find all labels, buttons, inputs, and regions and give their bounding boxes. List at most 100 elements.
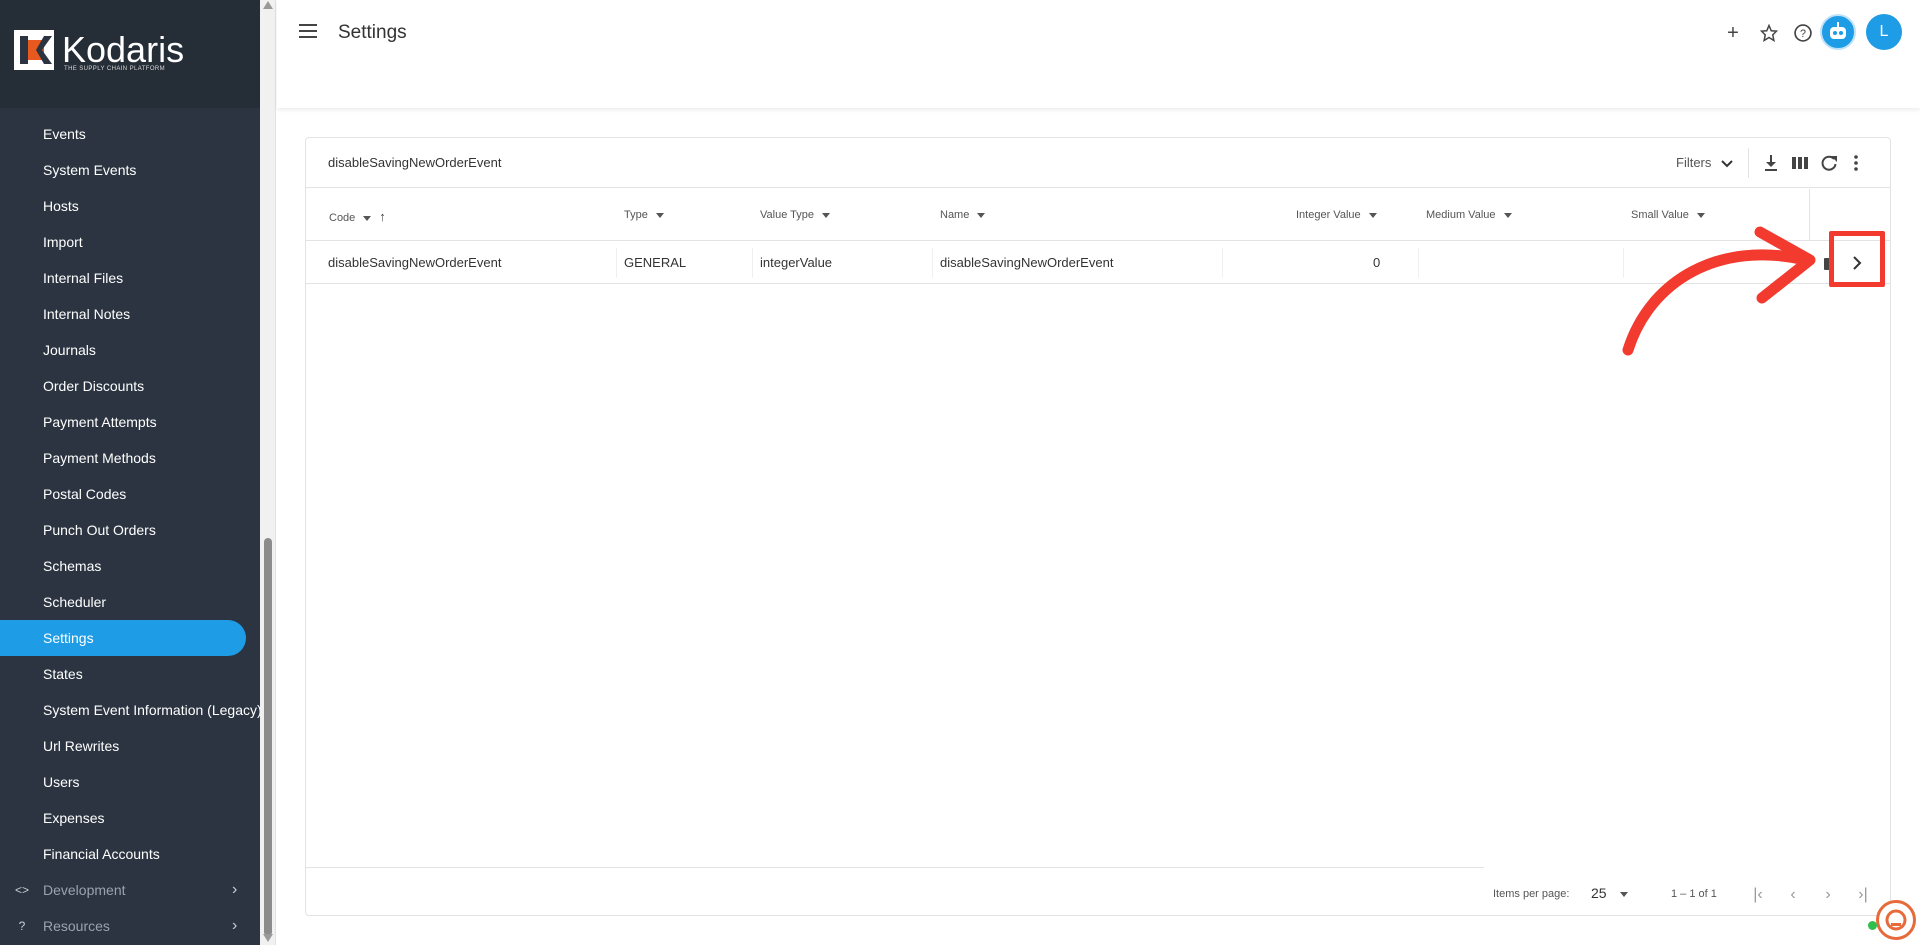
add-icon[interactable]: + <box>1718 18 1748 48</box>
sidebar-item-label: Url Rewrites <box>43 738 120 754</box>
sidebar-item-label: System Events <box>43 162 137 178</box>
sidebar-item-label: Schemas <box>43 558 102 574</box>
cell-divider <box>1222 248 1223 278</box>
online-status-dot <box>1868 921 1877 930</box>
sidebar-item-expenses[interactable]: Expenses <box>0 800 260 836</box>
sidebar-item-label: Punch Out Orders <box>43 522 156 538</box>
page-range: 1 – 1 of 1 <box>1671 888 1717 900</box>
caret-down-icon[interactable] <box>1368 212 1377 218</box>
sidebar-item-journals[interactable]: Journals <box>0 332 260 368</box>
sidebar-item-postal-codes[interactable]: Postal Codes <box>0 476 260 512</box>
toolbar-divider <box>1748 148 1749 178</box>
items-per-page-select[interactable]: 25 <box>1591 885 1629 901</box>
sort-ascending-icon[interactable]: ↑ <box>379 209 386 224</box>
brand-tagline: THE SUPPLY CHAIN PLATFORM <box>64 66 166 72</box>
sidebar-item-payment-methods[interactable]: Payment Methods <box>0 440 260 476</box>
sidebar-item-label: Internal Files <box>43 270 124 286</box>
sidebar-section-resources[interactable]: ? Resources › <box>0 908 260 944</box>
column-header-type[interactable]: Type <box>624 209 664 221</box>
scroll-thumb[interactable] <box>264 538 272 936</box>
sidebar-item-internal-files[interactable]: Internal Files <box>0 260 260 296</box>
sidebar-header: Kodaris THE SUPPLY CHAIN PLATFORM <box>0 0 260 108</box>
cell-divider <box>616 248 617 278</box>
svg-text:?: ? <box>1800 28 1806 40</box>
brand-logo[interactable]: Kodaris THE SUPPLY CHAIN PLATFORM <box>14 30 184 76</box>
sidebar-item-payment-attempts[interactable]: Payment Attempts <box>0 404 260 440</box>
scroll-down-arrow-icon[interactable] <box>263 934 273 942</box>
sidebar-item-internal-notes[interactable]: Internal Notes <box>0 296 260 332</box>
caret-down-icon[interactable] <box>1503 212 1512 218</box>
column-label: Code <box>329 212 356 224</box>
sidebar-section-label: Development <box>43 882 126 898</box>
column-header-name[interactable]: Name <box>940 209 986 221</box>
chat-widget-icon[interactable] <box>1876 900 1916 940</box>
caret-down-icon <box>1620 891 1629 897</box>
sidebar-item-system-events[interactable]: System Events <box>0 152 260 188</box>
next-page-icon[interactable]: › <box>1816 883 1840 907</box>
user-avatar[interactable]: L <box>1866 14 1902 50</box>
previous-page-icon[interactable]: ‹ <box>1781 883 1805 907</box>
chevron-right-icon: › <box>232 881 238 898</box>
brand-name: Kodaris <box>62 29 185 70</box>
page-title: Settings <box>338 22 407 43</box>
sidebar-item-scheduler[interactable]: Scheduler <box>0 584 260 620</box>
sidebar-item-url-rewrites[interactable]: Url Rewrites <box>0 728 260 764</box>
sidebar-item-label: Events <box>43 126 86 142</box>
sidebar-item-import[interactable]: Import <box>0 224 260 260</box>
filters-label: Filters <box>1676 155 1712 170</box>
cell-code: disableSavingNewOrderEvent <box>328 255 502 270</box>
chevron-right-icon: › <box>232 917 238 934</box>
help-circle-icon: ? <box>18 919 26 933</box>
cell-divider <box>932 248 933 278</box>
refresh-icon[interactable] <box>1819 153 1839 173</box>
annotation-arrow-icon <box>1622 226 1816 356</box>
search-query[interactable]: disableSavingNewOrderEvent <box>328 155 501 170</box>
more-vert-icon[interactable] <box>1846 153 1866 173</box>
sidebar-item-label: Order Discounts <box>43 378 145 394</box>
sidebar-item-label: Financial Accounts <box>43 846 160 862</box>
items-per-page-label: Items per page: <box>1493 888 1570 900</box>
caret-down-icon[interactable] <box>822 212 831 218</box>
caret-down-icon[interactable] <box>363 215 372 221</box>
sidebar-item-punch-out-orders[interactable]: Punch Out Orders <box>0 512 260 548</box>
download-icon[interactable] <box>1761 153 1781 173</box>
top-bar: Settings + ? L <box>277 0 1920 108</box>
sidebar-item-label: Import <box>43 234 83 250</box>
hamburger-menu-icon[interactable] <box>299 24 317 40</box>
column-header-medium-value[interactable]: Medium Value <box>1426 209 1512 221</box>
last-page-icon[interactable]: ›| <box>1851 883 1875 907</box>
column-header-code[interactable]: Code ↑ <box>329 209 386 224</box>
column-label: Value Type <box>760 209 815 221</box>
sidebar-item-label: Hosts <box>43 198 79 214</box>
assistant-bot-icon[interactable] <box>1820 14 1856 50</box>
cell-name: disableSavingNewOrderEvent <box>940 255 1114 270</box>
caret-down-icon[interactable] <box>655 212 664 218</box>
sidebar-item-schemas[interactable]: Schemas <box>0 548 260 584</box>
column-header-integer-value[interactable]: Integer Value <box>1296 209 1377 221</box>
columns-icon[interactable] <box>1790 153 1810 173</box>
column-label: Integer Value <box>1296 209 1361 221</box>
sidebar-item-label: System Event Information (Legacy) <box>43 702 260 718</box>
sidebar-scrollbar[interactable] <box>260 0 276 945</box>
sidebar-item-states[interactable]: States <box>0 656 260 692</box>
sidebar-item-events[interactable]: Events <box>0 116 260 152</box>
top-actions: + ? L <box>1680 0 1920 66</box>
sidebar-item-system-event-information-legacy[interactable]: System Event Information (Legacy) <box>0 692 260 728</box>
star-icon[interactable] <box>1754 18 1784 48</box>
sidebar-section-development[interactable]: <> Development › <box>0 872 260 908</box>
caret-down-icon[interactable] <box>1696 212 1705 218</box>
filters-button[interactable]: Filters <box>1676 155 1733 170</box>
sidebar-item-hosts[interactable]: Hosts <box>0 188 260 224</box>
sidebar-item-order-discounts[interactable]: Order Discounts <box>0 368 260 404</box>
help-icon[interactable]: ? <box>1788 18 1818 48</box>
first-page-icon[interactable]: |‹ <box>1746 883 1770 907</box>
column-header-value-type[interactable]: Value Type <box>760 209 831 221</box>
sidebar-item-financial-accounts[interactable]: Financial Accounts <box>0 836 260 872</box>
scroll-up-arrow-icon[interactable] <box>263 1 273 9</box>
sidebar-item-settings[interactable]: Settings <box>0 620 246 656</box>
caret-down-icon[interactable] <box>977 212 986 218</box>
sidebar-nav: Events System Events Hosts Import Internal F… <box>0 116 260 944</box>
column-label: Medium Value <box>1426 209 1496 221</box>
sidebar-item-label: Payment Methods <box>43 450 156 466</box>
sidebar-item-users[interactable]: Users <box>0 764 260 800</box>
